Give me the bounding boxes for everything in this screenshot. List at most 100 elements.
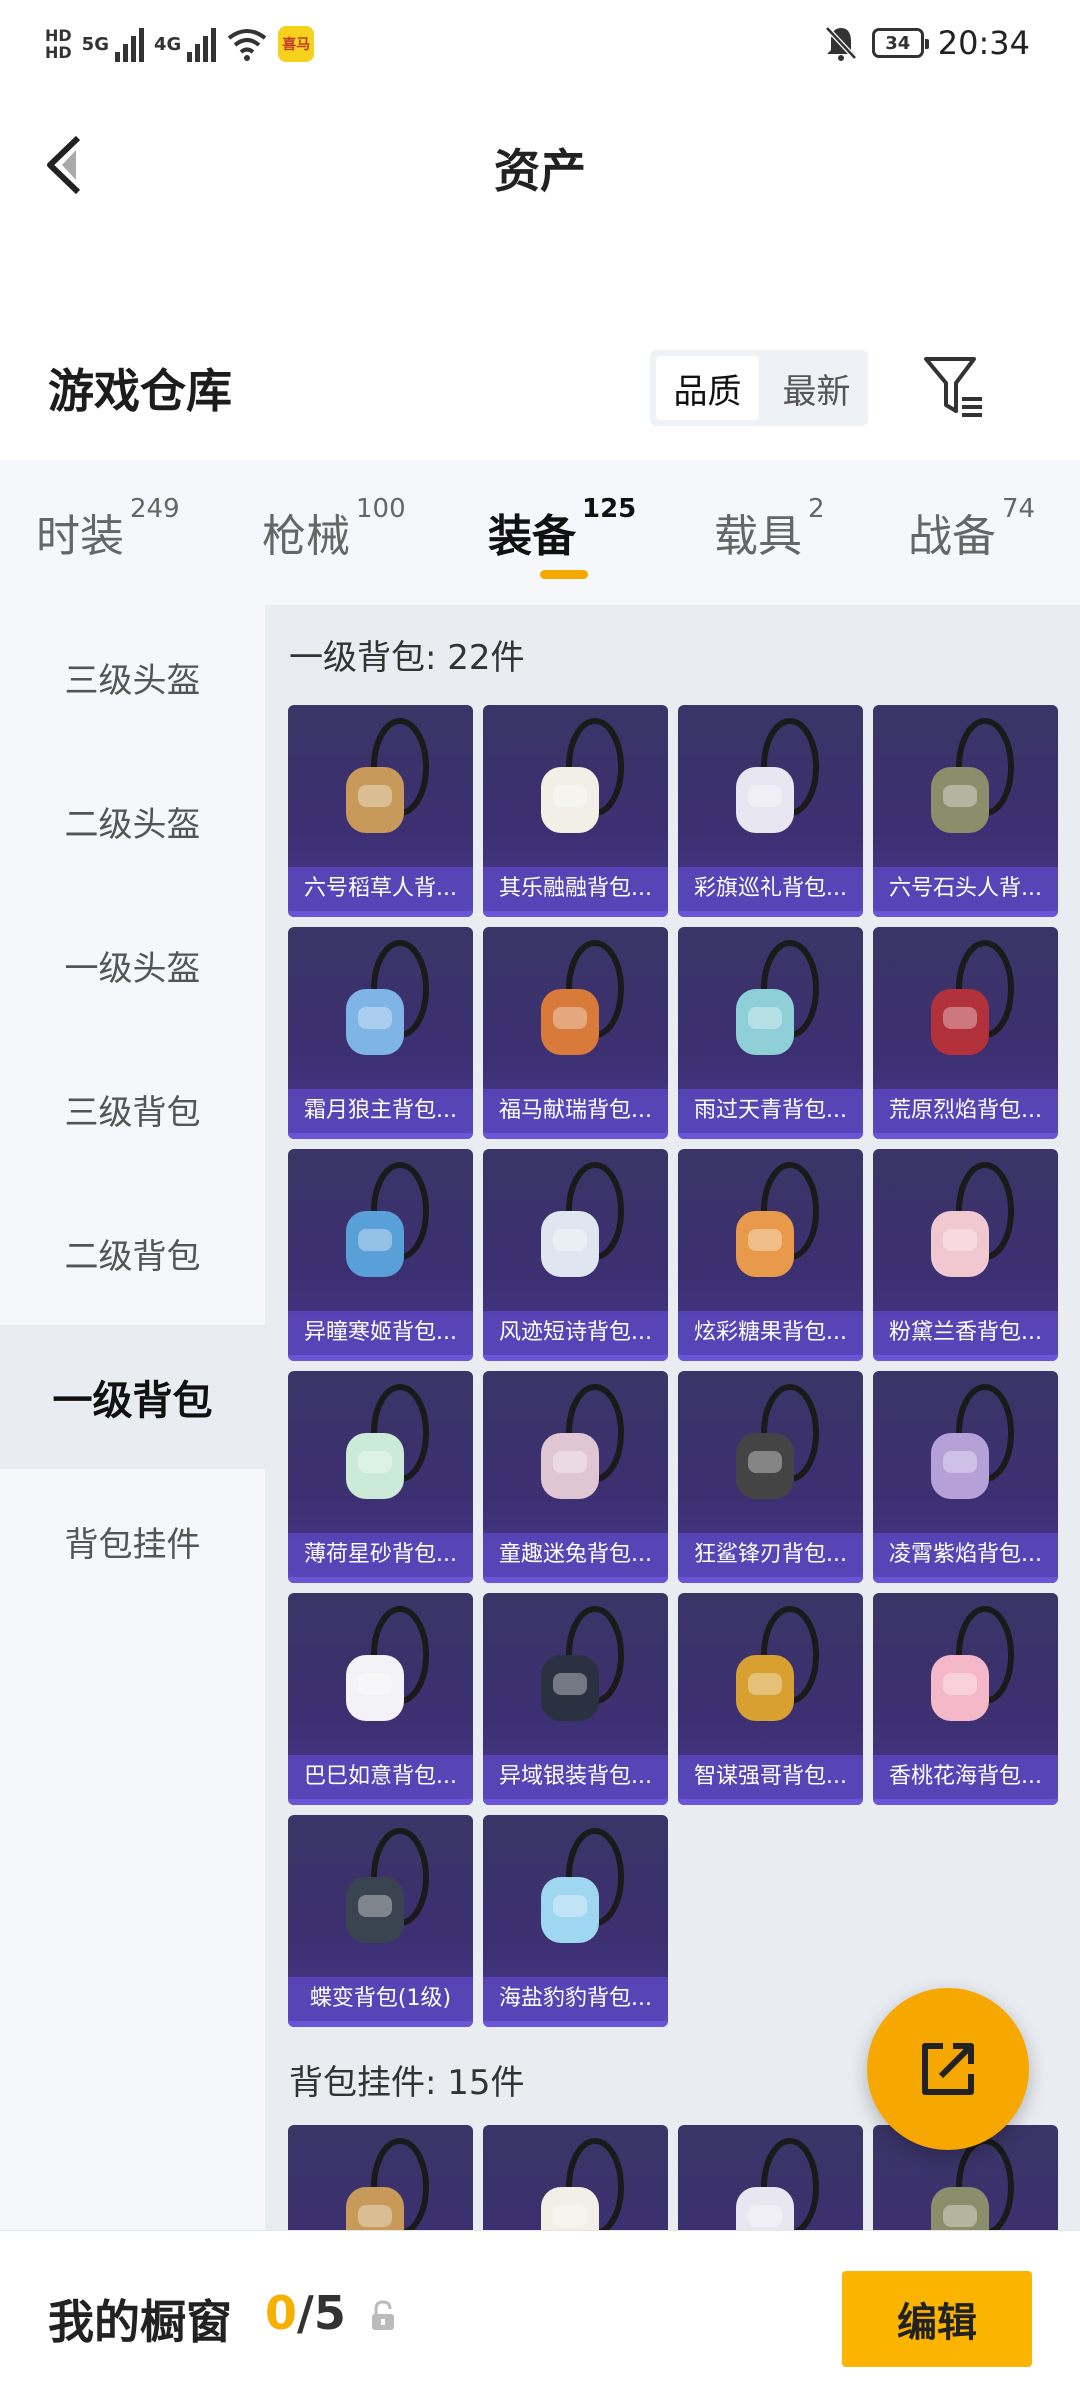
sidebar-item-lv3-helmet[interactable]: 三级头盔 [0,605,265,749]
sort-quality-button[interactable]: 品质 [656,356,759,420]
item-image [346,718,429,833]
filter-icon[interactable] [922,355,986,421]
item-image [541,2138,624,2230]
item-card[interactable]: 凌霄紫焰背包... [873,1371,1058,1583]
item-image [931,1384,1014,1499]
tab-equipment[interactable]: 装备125 [488,494,636,564]
item-card[interactable]: 海盐豹豹背包... [483,1815,668,2027]
sidebar-item-lv1-helmet[interactable]: 一级头盔 [0,893,265,1037]
item-image [541,1828,624,1943]
status-right: 34 20:34 [824,24,1030,62]
showcase-count: 0/5 [265,2286,346,2340]
item-image [931,1606,1014,1721]
sort-toggle: 品质 最新 [650,350,868,426]
section-title: 游戏仓库 [48,364,232,418]
sidebar-item-lv3-backpack[interactable]: 三级背包 [0,1037,265,1181]
item-name: 凌霄紫焰背包... [873,1533,1058,1577]
item-name: 炫彩糖果背包... [678,1311,863,1355]
network-4g-label: 4G [153,33,182,55]
bottom-bar: 我的橱窗 0/5 编辑 [0,2230,1080,2401]
item-image [541,940,624,1055]
item-card[interactable] [288,2125,473,2230]
item-card[interactable]: 狂鲨锋刃背包... [678,1371,863,1583]
item-image [346,1606,429,1721]
item-card[interactable] [483,2125,668,2230]
item-card[interactable]: 香桃花海背包... [873,1593,1058,1805]
item-image [736,2138,819,2230]
item-card[interactable]: 异瞳寒姬背包... [288,1149,473,1361]
category-tabs: 时装249 枪械100 装备125 载具2 战备74 [0,460,1080,605]
item-name: 其乐融融背包... [483,867,668,911]
sidebar-item-lv1-backpack[interactable]: 一级背包 [0,1325,265,1469]
page-title: 资产 [494,144,586,198]
status-left: HD HD 5G 4G 喜马 [45,26,315,62]
item-name: 粉黛兰香背包... [873,1311,1058,1355]
tab-active-indicator [540,570,588,579]
app-badge-icon: 喜马 [278,26,315,62]
sidebar: 三级头盔 二级头盔 一级头盔 三级背包 二级背包 一级背包 背包挂件 [0,605,265,2230]
tab-vehicles[interactable]: 载具2 [714,494,825,564]
item-card[interactable]: 荒原烈焰背包... [873,927,1058,1139]
tab-fashion[interactable]: 时装249 [36,494,180,564]
item-name: 六号稻草人背... [288,867,473,911]
sidebar-item-lv2-helmet[interactable]: 二级头盔 [0,749,265,893]
item-grid: 一级背包: 22件 背包挂件: 15件 六号稻草人背... 其乐融融背包... 彩旗… [265,605,1080,2230]
share-out-button[interactable] [867,1988,1029,2150]
item-image [541,1384,624,1499]
item-image [736,940,819,1055]
item-name: 福马献瑞背包... [483,1089,668,1133]
item-card[interactable]: 六号稻草人背... [288,705,473,917]
item-card[interactable]: 粉黛兰香背包... [873,1149,1058,1361]
tab-firearms[interactable]: 枪械100 [262,494,406,564]
item-image [346,1384,429,1499]
item-image [931,1162,1014,1277]
item-name: 异瞳寒姬背包... [288,1311,473,1355]
item-card[interactable]: 智谋强哥背包... [678,1593,863,1805]
item-name: 薄荷星砂背包... [288,1533,473,1577]
item-image [931,940,1014,1055]
sidebar-item-lv2-backpack[interactable]: 二级背包 [0,1181,265,1325]
item-card[interactable]: 其乐融融背包... [483,705,668,917]
item-name: 海盐豹豹背包... [483,1977,668,2021]
bell-muted-icon [824,26,857,61]
item-image [736,1162,819,1277]
hd-indicator: HD HD [45,26,72,62]
wifi-icon [228,29,267,61]
sidebar-item-backpack-charms[interactable]: 背包挂件 [0,1469,265,1613]
item-card[interactable]: 蝶变背包(1级) [288,1815,473,2027]
item-card[interactable]: 童趣迷兔背包... [483,1371,668,1583]
group-title-lv1-backpack: 一级背包: 22件 [289,638,525,678]
item-card[interactable]: 炫彩糖果背包... [678,1149,863,1361]
item-card[interactable] [678,2125,863,2230]
item-name: 霜月狼主背包... [288,1089,473,1133]
item-card[interactable]: 异域银装背包... [483,1593,668,1805]
item-card[interactable]: 彩旗巡礼背包... [678,705,863,917]
item-image [736,1384,819,1499]
item-name: 彩旗巡礼背包... [678,867,863,911]
tab-supplies[interactable]: 战备74 [908,494,1035,564]
item-name: 风迹短诗背包... [483,1311,668,1355]
group-title-backpack-charms: 背包挂件: 15件 [289,2063,525,2103]
item-image [541,1606,624,1721]
item-card[interactable]: 巴巳如意背包... [288,1593,473,1805]
sort-newest-button[interactable]: 最新 [765,350,868,426]
item-card[interactable]: 风迹短诗背包... [483,1149,668,1361]
item-name: 蝶变背包(1级) [288,1977,473,2021]
item-card[interactable]: 六号石头人背... [873,705,1058,917]
lock-icon [372,2300,394,2330]
item-name: 智谋强哥背包... [678,1755,863,1799]
item-image [541,718,624,833]
edit-button[interactable]: 编辑 [842,2271,1032,2367]
item-image [541,1162,624,1277]
network-5g-label: 5G [81,33,109,55]
item-name: 童趣迷兔背包... [483,1533,668,1577]
item-card[interactable]: 霜月狼主背包... [288,927,473,1139]
item-image [736,718,819,833]
signal-icon-2 [187,26,217,62]
item-card[interactable]: 福马献瑞背包... [483,927,668,1139]
item-card[interactable]: 雨过天青背包... [678,927,863,1139]
signal-icon [114,26,144,62]
item-card[interactable]: 薄荷星砂背包... [288,1371,473,1583]
item-image [931,718,1014,833]
item-name: 荒原烈焰背包... [873,1089,1058,1133]
